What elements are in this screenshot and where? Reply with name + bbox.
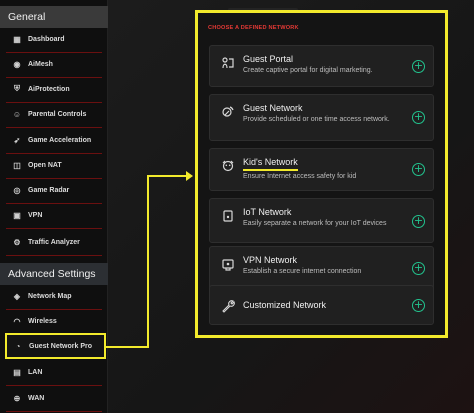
iot-icon bbox=[220, 208, 236, 224]
card-title: Customized Network bbox=[243, 300, 327, 310]
callout-arrow-icon bbox=[186, 171, 193, 181]
sidebar-item-lan[interactable]: ▤ LAN bbox=[0, 361, 108, 386]
vpn-icon: ▣ bbox=[13, 210, 21, 220]
section-advanced-settings: Advanced Settings bbox=[0, 263, 108, 285]
sidebar-item-label: Game Radar bbox=[28, 186, 70, 194]
wrench-icon bbox=[220, 298, 236, 314]
card-customized-network[interactable]: Customized Network + bbox=[209, 285, 434, 325]
sidebar-item-label: AiProtection bbox=[28, 85, 70, 93]
radar-icon: ◎ bbox=[13, 185, 21, 195]
wireless-icon: ◠ bbox=[13, 316, 21, 326]
sidebar-item-label: Wireless bbox=[28, 317, 57, 325]
callout-connector bbox=[147, 175, 187, 177]
card-vpn-network[interactable]: VPN Network Establish a secure internet … bbox=[209, 246, 434, 290]
card-title: Kid's Network bbox=[243, 157, 298, 167]
sidebar: General ▦ Dashboard ◉ AiMesh ⛨ AiProtect… bbox=[0, 0, 108, 413]
sidebar-item-open-nat[interactable]: ◫ Open NAT bbox=[0, 154, 108, 179]
kid-icon bbox=[220, 158, 236, 174]
sidebar-item-aimesh[interactable]: ◉ AiMesh bbox=[0, 53, 108, 78]
port-icon: ◫ bbox=[13, 160, 21, 170]
sidebar-item-network-map[interactable]: ◈ Network Map bbox=[0, 285, 108, 310]
sidebar-item-dashboard[interactable]: ▦ Dashboard bbox=[0, 28, 108, 53]
card-description: Establish a secure internet connection bbox=[243, 268, 362, 275]
card-kids-network[interactable]: Kid's Network Ensure Internet access saf… bbox=[209, 148, 434, 191]
sidebar-item-game-acceleration[interactable]: ➶ Game Acceleration bbox=[0, 129, 108, 154]
highlight-underline bbox=[243, 169, 298, 171]
sidebar-item-aiprotection[interactable]: ⛨ AiProtection bbox=[0, 78, 108, 103]
sidebar-item-vpn[interactable]: ▣ VPN bbox=[0, 204, 108, 229]
card-description: Easily separate a network for your IoT d… bbox=[243, 220, 387, 227]
card-title: Guest Network bbox=[243, 103, 303, 113]
card-title: VPN Network bbox=[243, 255, 298, 265]
sidebar-item-label: Dashboard bbox=[28, 35, 65, 43]
aimesh-icon: ◉ bbox=[13, 59, 21, 69]
sidebar-item-label: Parental Controls bbox=[28, 110, 87, 118]
guest-network-icon: ◔ bbox=[15, 341, 21, 351]
lan-icon: ▤ bbox=[13, 367, 21, 377]
sidebar-item-label: Guest Network Pro bbox=[29, 342, 93, 350]
card-guest-portal[interactable]: Guest Portal Create captive portal for d… bbox=[209, 45, 434, 87]
card-description: Ensure Internet access safety for kid bbox=[243, 173, 357, 180]
network-map-icon: ◈ bbox=[13, 291, 21, 301]
sidebar-item-wireless[interactable]: ◠ Wireless bbox=[0, 310, 108, 335]
portal-icon bbox=[220, 55, 236, 71]
dashboard-icon: ▦ bbox=[13, 34, 21, 44]
shield-icon: ⛨ bbox=[14, 84, 20, 93]
family-icon: ☺ bbox=[12, 109, 22, 119]
callout-connector bbox=[147, 175, 149, 348]
sidebar-item-label: Traffic Analyzer bbox=[28, 238, 80, 246]
add-icon[interactable]: + bbox=[412, 111, 425, 124]
card-title: IoT Network bbox=[243, 207, 292, 217]
panel-title: CHOOSE A DEFINED NETWORK bbox=[208, 25, 299, 31]
card-title: Guest Portal bbox=[243, 54, 294, 64]
wan-icon: ⊕ bbox=[13, 393, 21, 403]
add-icon[interactable]: + bbox=[412, 299, 425, 312]
add-icon[interactable]: + bbox=[412, 262, 425, 275]
card-guest-network[interactable]: Guest Network Provide scheduled or one t… bbox=[209, 94, 434, 141]
section-general: General bbox=[0, 6, 108, 28]
add-icon[interactable]: + bbox=[412, 60, 425, 73]
card-description: Provide scheduled or one time access net… bbox=[243, 116, 390, 123]
sidebar-item-label: Network Map bbox=[28, 292, 72, 300]
sidebar-item-wan[interactable]: ⊕ WAN bbox=[0, 387, 108, 412]
callout-connector bbox=[106, 346, 148, 348]
add-icon[interactable]: + bbox=[412, 163, 425, 176]
add-icon[interactable]: + bbox=[412, 215, 425, 228]
sidebar-item-parental-controls[interactable]: ☺ Parental Controls bbox=[0, 103, 108, 128]
rocket-icon: ➶ bbox=[13, 135, 21, 145]
sidebar-item-traffic-analyzer[interactable]: ⚙ Traffic Analyzer bbox=[0, 231, 108, 256]
card-description: Create captive portal for digital market… bbox=[243, 67, 373, 74]
guest-icon bbox=[220, 104, 236, 120]
network-type-panel: CHOOSE A DEFINED NETWORK Guest Portal Cr… bbox=[195, 10, 448, 338]
sidebar-item-game-radar[interactable]: ◎ Game Radar bbox=[0, 179, 108, 204]
sidebar-item-label: VPN bbox=[28, 211, 43, 219]
sidebar-item-label: Game Acceleration bbox=[28, 136, 92, 144]
sidebar-item-label: LAN bbox=[28, 368, 43, 376]
sidebar-item-label: Open NAT bbox=[28, 161, 62, 169]
sidebar-item-label: AiMesh bbox=[28, 60, 53, 68]
sidebar-item-guest-network-pro[interactable]: ◔ Guest Network Pro bbox=[5, 333, 106, 359]
sidebar-item-label: WAN bbox=[28, 394, 45, 402]
vpn-network-icon bbox=[220, 256, 236, 272]
card-iot-network[interactable]: IoT Network Easily separate a network fo… bbox=[209, 198, 434, 243]
traffic-icon: ⚙ bbox=[13, 237, 21, 247]
